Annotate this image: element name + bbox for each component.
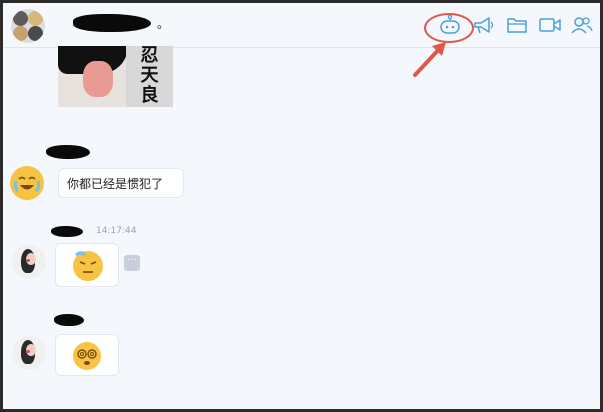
emoji-message-bubble[interactable]	[55, 334, 119, 376]
group-avatar[interactable]	[11, 9, 45, 43]
dizzy-emoji-icon	[73, 342, 101, 370]
members-icon[interactable]	[569, 13, 595, 37]
text-message-bubble[interactable]: 你都已经是惯犯了	[58, 168, 184, 198]
video-call-icon[interactable]	[537, 13, 563, 37]
folder-icon[interactable]	[504, 13, 530, 37]
message-timestamp: 14:17:44	[96, 226, 137, 236]
more-options-button[interactable]: ···	[124, 255, 140, 271]
user-avatar[interactable]	[12, 245, 46, 279]
chat-header: 。	[3, 3, 600, 48]
message-text: 你都已经是惯犯了	[67, 177, 164, 191]
annotation-arrow	[413, 42, 446, 77]
sweating-emoji-icon	[73, 251, 103, 281]
redacted-sender-name	[51, 226, 83, 237]
megaphone-icon[interactable]	[471, 13, 497, 37]
user-avatar[interactable]	[12, 336, 46, 370]
emoji-message-bubble[interactable]	[55, 243, 119, 287]
group-name-suffix: 。	[157, 17, 170, 31]
redacted-sender-name	[54, 314, 84, 326]
redacted-sender-name	[46, 145, 90, 159]
redacted-group-name	[73, 14, 151, 32]
sticker-image[interactable]: 忍 天 良	[58, 46, 173, 107]
sticker-text: 忍 天 良	[126, 46, 173, 107]
crying-laughing-emoji-avatar[interactable]	[10, 166, 44, 200]
chat-window: 。 忍 天 良 你都已经是惯犯了 14:17:44 ···	[3, 3, 600, 409]
